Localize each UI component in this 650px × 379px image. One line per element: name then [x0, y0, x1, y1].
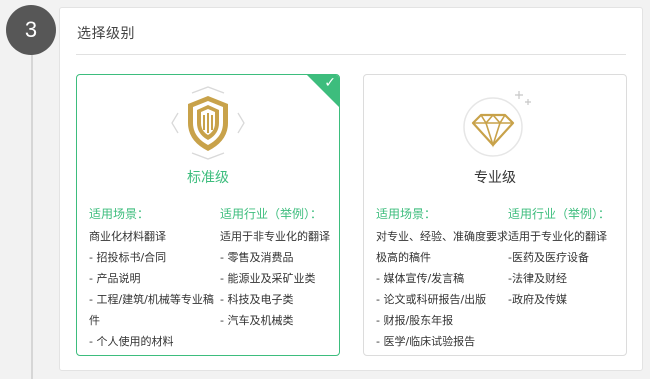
list-item: - 产品说明: [89, 272, 141, 285]
checkmark-icon: ✓: [324, 75, 336, 91]
shield-emblem-icon: [171, 86, 245, 160]
list-item: 商业化材料翻译: [89, 230, 166, 243]
tier-name: 专业级: [474, 170, 516, 186]
scenario-column: 适用场景： 商业化材料翻译 - 招投标书/合同 - 产品说明 - 工程/建筑/机…: [89, 206, 214, 352]
level-selection-panel: 选择级别 ✓ 标准级 适用场景： 商业化材料翻译 - 招投标书/合同 - 产品说…: [59, 7, 643, 371]
list-item: -法律及财经: [508, 272, 567, 285]
scenario-heading: 适用场景：: [376, 207, 437, 221]
list-item: - 能源业及采矿业类: [220, 272, 316, 285]
list-item: - 招投标书/合同: [89, 251, 167, 264]
list-item: - 个人使用的材料: [89, 335, 174, 348]
list-item: - 医学/临床试验报告: [376, 335, 476, 348]
panel-title: 选择级别: [77, 26, 135, 42]
industry-column: 适用行业（举例）： 适用于非专业化的翻译 - 零售及消费品 - 能源业及采矿业类…: [220, 206, 338, 331]
scenario-column: 适用场景： 对专业、经验、准确度要求极高的稿件 - 媒体宣传/发言稿 - 论文或…: [376, 206, 508, 352]
list-item: -医药及医疗设备: [508, 251, 589, 264]
industry-heading: 适用行业（举例）：: [220, 207, 323, 221]
list-item: 适用于专业化的翻译: [508, 230, 607, 243]
step-number-badge: 3: [6, 5, 56, 55]
scenario-heading: 适用场景：: [89, 207, 150, 221]
industry-column: 适用行业（举例）： 适用于专业化的翻译 -医药及医疗设备 -法律及财经 -政府及…: [508, 206, 626, 310]
panel-divider: [76, 54, 626, 55]
list-item: - 论文或科研报告/出版: [376, 293, 487, 306]
tier-card-standard[interactable]: ✓ 标准级 适用场景： 商业化材料翻译 - 招投标书/合同 - 产品说明 - 工…: [76, 74, 340, 356]
tier-card-professional[interactable]: 专业级 适用场景： 对专业、经验、准确度要求极高的稿件 - 媒体宣传/发言稿 -…: [363, 74, 627, 356]
list-item: - 工程/建筑/机械等专业稿件: [89, 293, 214, 327]
list-item: - 零售及消费品: [220, 251, 294, 264]
list-item: 对专业、经验、准确度要求极高的稿件: [376, 230, 508, 264]
tier-name: 标准级: [187, 170, 229, 186]
step-connector-line: [31, 30, 33, 379]
diamond-icon: [463, 91, 531, 157]
list-item: 适用于非专业化的翻译: [220, 230, 330, 243]
industry-heading: 适用行业（举例）：: [508, 207, 611, 221]
list-item: - 汽车及机械类: [220, 314, 294, 327]
list-item: - 科技及电子类: [220, 293, 294, 306]
list-item: -政府及传媒: [508, 293, 567, 306]
list-item: - 财报/股东年报: [376, 314, 454, 327]
list-item: - 媒体宣传/发言稿: [376, 272, 465, 285]
